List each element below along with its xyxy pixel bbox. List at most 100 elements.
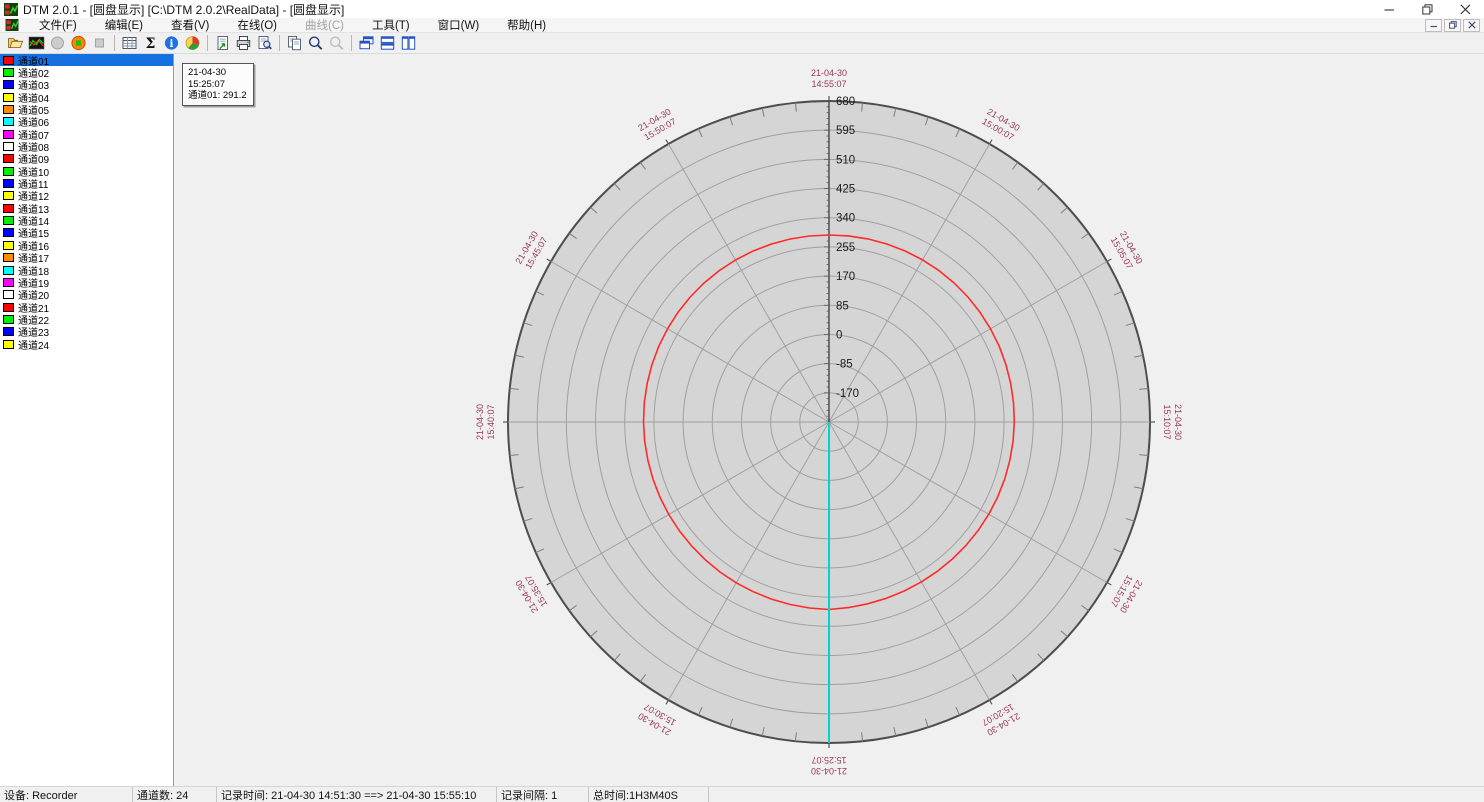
toolbar-separator (351, 35, 352, 51)
menu-item-6[interactable]: 工具(T) (358, 18, 424, 32)
status-bar: 设备: Recorder通道数: 24记录时间: 21-04-30 14:51:… (0, 786, 1484, 802)
time-major-tick (1107, 583, 1111, 586)
info-icon: i (163, 35, 180, 51)
time-major-tick (1107, 259, 1111, 262)
time-major-tick (666, 700, 669, 704)
document-window-icon (5, 19, 19, 31)
channel-color-swatch (3, 303, 14, 312)
time-label: 21-04-3015:00:07 (980, 106, 1022, 142)
time-major-tick (547, 259, 551, 262)
tooltip-channel-value: 通道01: 291.2 (188, 90, 247, 102)
tile-horizontal-button[interactable] (377, 34, 398, 53)
time-label-text: 21-04-3015:15:07 (1108, 573, 1144, 615)
menu-item-2[interactable]: 编辑(E) (91, 18, 157, 32)
time-major-tick (666, 140, 669, 144)
axis-tick-label: 510 (836, 154, 855, 166)
toolbar-separator (207, 35, 208, 51)
channel-color-swatch (3, 167, 14, 176)
axis-tick-label: 425 (836, 184, 855, 196)
mdi-minimize-button[interactable] (1425, 19, 1442, 32)
channel-color-swatch (3, 204, 14, 213)
pie-chart-button[interactable] (182, 34, 203, 53)
print-icon (235, 35, 252, 51)
app-window: DTM 2.0.1 - [圆盘显示] [C:\DTM 2.0.2\RealDat… (0, 0, 1484, 802)
title-bar: DTM 2.0.1 - [圆盘显示] [C:\DTM 2.0.2\RealDat… (0, 0, 1484, 18)
mdi-restore-button[interactable] (1444, 19, 1461, 32)
sum-button[interactable]: Σ (140, 34, 161, 53)
zoom-button[interactable] (305, 34, 326, 53)
record-disabled-icon (49, 35, 66, 51)
channel-color-swatch (3, 142, 14, 151)
restore-button[interactable] (1408, 0, 1446, 18)
cascade-windows-button[interactable] (356, 34, 377, 53)
menu-item-5: 曲线(C) (291, 18, 358, 32)
time-label-text: 21-04-3014:55:07 (811, 68, 847, 89)
copy-icon (286, 35, 303, 51)
channel-color-swatch (3, 56, 14, 65)
polar-chart: 680595510425340255170850-85-17021-04-301… (174, 54, 1484, 786)
time-label: 21-04-3015:15:07 (1108, 573, 1144, 615)
time-label: 21-04-3015:45:07 (513, 229, 549, 271)
channel-label: 通道24 (18, 337, 49, 352)
menu-item-1[interactable]: 文件(F) (25, 18, 91, 32)
record-active-icon (70, 35, 87, 51)
time-label-text: 21-04-3015:45:07 (513, 229, 549, 271)
close-button[interactable] (1446, 0, 1484, 18)
pie-chart-icon (184, 35, 201, 51)
channel-color-swatch (3, 130, 14, 139)
minimize-button[interactable] (1370, 0, 1408, 18)
time-label: 21-04-3014:55:07 (811, 68, 847, 89)
status-section-4: 记录间隔: 1 (497, 787, 589, 802)
curve-display-button[interactable] (26, 34, 47, 53)
time-label: 21-04-3015:50:07 (636, 106, 678, 142)
menu-item-3[interactable]: 查看(V) (157, 18, 223, 32)
export-button[interactable] (212, 34, 233, 53)
stop-disabled-button (89, 34, 110, 53)
mdi-window-controls (1425, 19, 1484, 32)
axis-tick-label: 340 (836, 213, 855, 225)
time-label-text: 21-04-3015:40:07 (475, 404, 496, 440)
tile-horizontal-icon (379, 35, 396, 51)
channel-list-item-24[interactable]: 通道24 (0, 338, 173, 350)
menu-item-8[interactable]: 帮助(H) (493, 18, 560, 32)
axis-tick-label: 680 (836, 96, 855, 108)
info-button[interactable]: i (161, 34, 182, 53)
zoom-disabled-icon (328, 35, 345, 51)
menu-item-4[interactable]: 在线(O) (223, 18, 291, 32)
menu-item-7[interactable]: 窗口(W) (424, 18, 494, 32)
chart-area: 680595510425340255170850-85-17021-04-301… (174, 54, 1484, 786)
time-label-text: 21-04-3015:20:07 (980, 701, 1022, 737)
time-major-tick (990, 140, 993, 144)
time-label: 21-04-3015:25:07 (811, 755, 847, 776)
mdi-close-button[interactable] (1463, 19, 1480, 32)
data-table-button[interactable] (119, 34, 140, 53)
open-file-button[interactable] (5, 34, 26, 53)
record-active-button[interactable] (68, 34, 89, 53)
time-label-text: 21-04-3015:05:07 (1108, 229, 1144, 271)
menu-items: 文件(F)编辑(E)查看(V)在线(O)曲线(C)工具(T)窗口(W)帮助(H) (25, 18, 560, 32)
tile-vertical-button[interactable] (398, 34, 419, 53)
time-label-text: 21-04-3015:25:07 (811, 755, 847, 776)
zoom-disabled-button (326, 34, 347, 53)
sum-icon: Σ (142, 35, 159, 51)
copy-button[interactable] (284, 34, 305, 53)
axis-tick-label: 85 (836, 300, 849, 312)
channel-color-swatch (3, 278, 14, 287)
channel-color-swatch (3, 117, 14, 126)
print-preview-button[interactable] (254, 34, 275, 53)
time-label-text: 21-04-3015:35:07 (513, 573, 549, 615)
status-section-6 (709, 787, 1484, 802)
channel-color-swatch (3, 327, 14, 336)
open-file-icon (7, 35, 24, 51)
value-tooltip: 21-04-30 15:25:07 通道01: 291.2 (182, 63, 254, 106)
tile-vertical-icon (400, 35, 417, 51)
curve-display-icon (28, 35, 45, 51)
window-title: DTM 2.0.1 - [圆盘显示] [C:\DTM 2.0.2\RealDat… (23, 1, 344, 18)
cascade-windows-icon (358, 35, 375, 51)
channel-color-swatch (3, 228, 14, 237)
axis-tick-label: 0 (836, 329, 842, 341)
tooltip-time: 15:25:07 (188, 79, 247, 91)
main-content: 通道01通道02通道03通道04通道05通道06通道07通道08通道09通道10… (0, 54, 1484, 786)
print-button[interactable] (233, 34, 254, 53)
time-label: 21-04-3015:30:07 (636, 701, 678, 737)
